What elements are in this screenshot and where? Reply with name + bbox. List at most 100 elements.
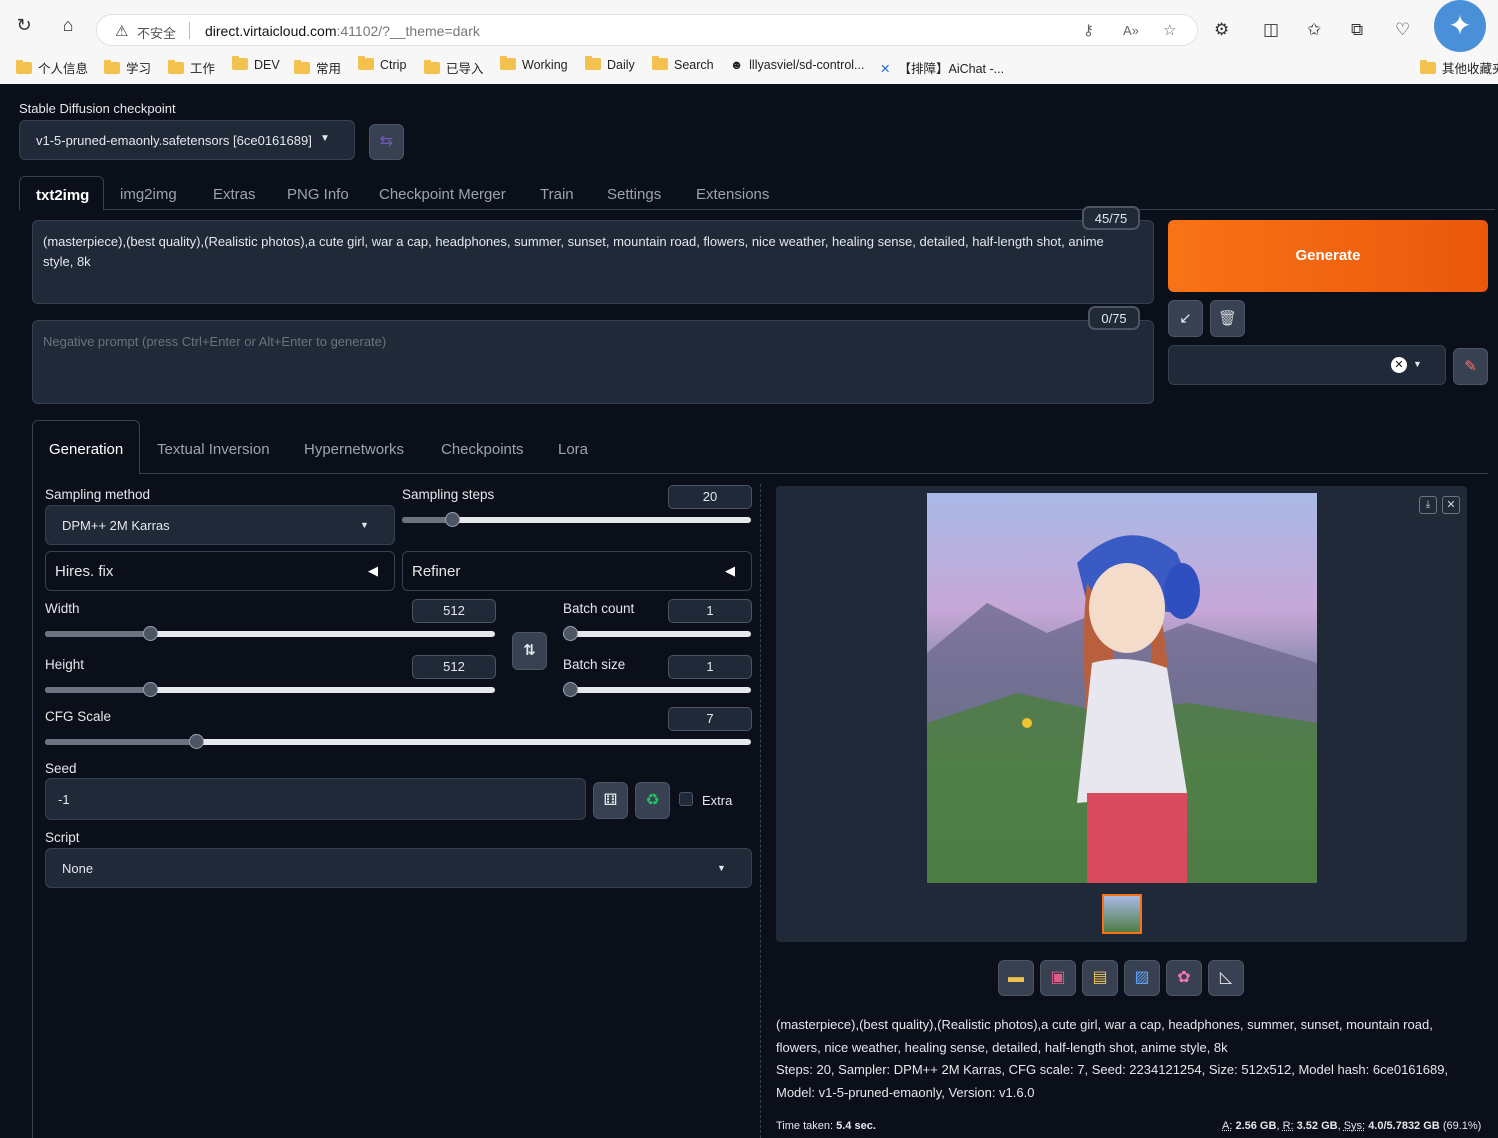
read-aloud-icon[interactable]: A»	[1123, 23, 1139, 38]
tab-train[interactable]: Train	[540, 186, 574, 203]
checkpoint-select[interactable]: v1-5-pruned-emaonly.safetensors [6ce0161…	[19, 120, 355, 160]
open-folder-button[interactable]: ▬	[998, 960, 1034, 996]
key-icon[interactable]: ⚷	[1083, 21, 1094, 39]
extensions-icon[interactable]: ⚙	[1214, 20, 1229, 40]
script-select[interactable]: None ▼	[45, 848, 752, 888]
send-to-inpaint-button[interactable]: ✿	[1166, 960, 1202, 996]
bookmark-item[interactable]: Search	[652, 58, 714, 76]
styles-select[interactable]: ✕ ▼	[1168, 345, 1446, 385]
slider-thumb[interactable]	[445, 512, 460, 527]
slider-thumb[interactable]	[189, 734, 204, 749]
tab-hypernetworks[interactable]: Hypernetworks	[304, 441, 404, 458]
collapse-arrow-icon: ◀	[725, 563, 735, 579]
hires-fix-accordion[interactable]: Hires. fix ◀	[45, 551, 395, 591]
bookmark-item[interactable]: 常用	[294, 58, 341, 76]
tab-extras[interactable]: Extras	[213, 186, 256, 203]
slider-thumb[interactable]	[563, 626, 578, 641]
url-host: direct.virtaicloud.com	[205, 23, 337, 39]
bookmark-item[interactable]: Ctrip	[358, 58, 406, 76]
cfg-scale-input[interactable]: 7	[668, 707, 752, 731]
chevron-down-icon: ▼	[360, 520, 369, 530]
extra-checkbox[interactable]	[679, 792, 693, 806]
prompt-text: (masterpiece),(best quality),(Realistic …	[43, 232, 1133, 272]
thumbnail[interactable]	[1102, 894, 1142, 934]
tab-generation[interactable]: Generation	[32, 420, 140, 474]
sampling-steps-input[interactable]: 20	[668, 485, 752, 509]
folder-icon	[358, 58, 374, 70]
generate-button[interactable]: Generate	[1168, 220, 1488, 292]
batch-size-input[interactable]: 1	[668, 655, 752, 679]
tab-lora[interactable]: Lora	[558, 441, 588, 458]
refresh-icon: ⇆	[380, 133, 393, 150]
edit-styles-button[interactable]: ✎	[1453, 348, 1488, 385]
prompt-textarea[interactable]: (masterpiece),(best quality),(Realistic …	[32, 220, 1154, 304]
slider-thumb[interactable]	[143, 682, 158, 697]
download-icon[interactable]: ⤓	[1419, 496, 1437, 514]
health-icon[interactable]: ♡	[1395, 20, 1410, 40]
url-separator	[189, 22, 190, 39]
palette-icon: ✿	[1177, 969, 1190, 986]
checkpoint-value: v1-5-pruned-emaonly.safetensors [6ce0161…	[36, 133, 312, 148]
chevron-down-icon: ▼	[717, 863, 726, 873]
tab-checkpoints[interactable]: Checkpoints	[441, 441, 524, 458]
negative-prompt-textarea[interactable]: Negative prompt (press Ctrl+Enter or Alt…	[32, 320, 1154, 404]
tab-img2img[interactable]: img2img	[120, 186, 177, 203]
tab-settings[interactable]: Settings	[607, 186, 661, 203]
bookmark-item[interactable]: ✕ 【排障】AiChat -...	[880, 58, 1004, 76]
panel-border	[32, 474, 33, 1138]
webui-app: Stable Diffusion checkpoint v1-5-pruned-…	[3, 84, 1498, 1138]
slider-thumb[interactable]	[563, 682, 578, 697]
reuse-seed-button[interactable]: ♻	[635, 782, 670, 819]
close-icon[interactable]: ✕	[1442, 496, 1460, 514]
bookmark-item[interactable]: DEV	[232, 58, 280, 76]
brush-icon: ✎	[1464, 358, 1477, 375]
bookmark-item[interactable]: Daily	[585, 58, 635, 76]
bookmark-item[interactable]: 学习	[104, 58, 151, 76]
refiner-accordion[interactable]: Refiner ◀	[402, 551, 752, 591]
reload-icon[interactable]: ↻	[13, 14, 35, 36]
height-input[interactable]: 512	[412, 655, 496, 679]
bookmark-item[interactable]: 其他收藏夹	[1420, 58, 1498, 76]
height-slider[interactable]	[45, 687, 495, 693]
tab-png-info[interactable]: PNG Info	[287, 186, 349, 203]
profile-avatar-icon[interactable]: ✦	[1434, 0, 1486, 52]
zip-button[interactable]: ▤	[1082, 960, 1118, 996]
save-button[interactable]: ▣	[1040, 960, 1076, 996]
batch-count-slider[interactable]	[563, 631, 751, 637]
home-icon[interactable]: ⌂	[57, 14, 79, 36]
tab-checkpoint-merger[interactable]: Checkpoint Merger	[379, 186, 506, 203]
batch-count-input[interactable]: 1	[668, 599, 752, 623]
random-seed-button[interactable]: ⚅	[593, 782, 628, 819]
width-input[interactable]: 512	[412, 599, 496, 623]
clear-icon[interactable]: ✕	[1391, 357, 1407, 373]
send-to-img2img-button[interactable]: ▨	[1124, 960, 1160, 996]
favorite-star-icon[interactable]: ☆	[1163, 21, 1176, 39]
send-to-extras-button[interactable]: ◺	[1208, 960, 1244, 996]
bookmark-item[interactable]: 个人信息	[16, 58, 88, 76]
address-bar[interactable]: ⚠ 不安全 direct.virtaicloud.com:41102/?__th…	[96, 14, 1198, 46]
refresh-checkpoint-button[interactable]: ⇆	[369, 124, 404, 160]
sampling-method-select[interactable]: DPM++ 2M Karras ▼	[45, 505, 395, 545]
cfg-scale-slider[interactable]	[45, 739, 751, 745]
sampling-steps-slider[interactable]	[402, 517, 751, 523]
width-label: Width	[45, 601, 80, 616]
clear-prompt-button[interactable]: 🗑	[1210, 300, 1245, 337]
bookmark-item[interactable]: ☻ lllyasviel/sd-control...	[730, 58, 864, 76]
seed-input[interactable]: -1	[45, 778, 586, 820]
favorites-icon[interactable]: ✩	[1307, 20, 1321, 40]
read-last-params-button[interactable]: ↙	[1168, 300, 1203, 337]
bookmark-item[interactable]: 工作	[168, 58, 215, 76]
batch-size-slider[interactable]	[563, 687, 751, 693]
tab-textual-inversion[interactable]: Textual Inversion	[157, 441, 270, 458]
width-slider[interactable]	[45, 631, 495, 637]
mem-r-value: 3.52 GB	[1297, 1120, 1338, 1132]
slider-thumb[interactable]	[143, 626, 158, 641]
bookmark-item[interactable]: Working	[500, 58, 568, 76]
tab-txt2img[interactable]: txt2img	[19, 176, 104, 210]
tab-extensions[interactable]: Extensions	[696, 186, 769, 203]
bookmark-item[interactable]: 已导入	[424, 58, 484, 76]
swap-dimensions-button[interactable]: ⇅	[512, 632, 547, 670]
collections-icon[interactable]: ⧉	[1351, 20, 1363, 40]
split-screen-icon[interactable]: ◫	[1263, 20, 1279, 40]
generated-image[interactable]	[927, 493, 1317, 883]
